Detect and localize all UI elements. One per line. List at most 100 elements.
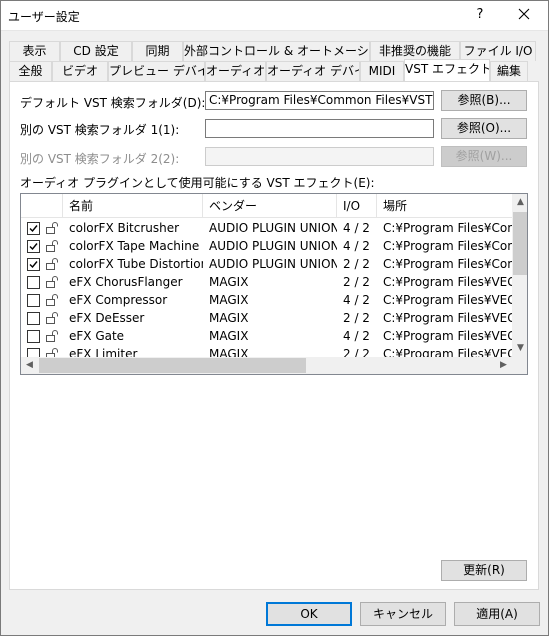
cell-location: C:¥Program Files¥VEGA [383,293,512,307]
table-row[interactable]: colorFX Tape Machine AUDIO PLUGIN UNION 4 … [21,237,512,255]
browse-o-button[interactable]: 参照(O)... [441,118,527,139]
browse-b-button[interactable]: 参照(B)... [441,90,527,111]
unlock-icon [45,329,59,343]
tab-midi[interactable]: MIDI [360,61,404,81]
table-row[interactable]: eFX ChorusFlanger MAGIX 2 / 2 C:¥Program Fi… [21,273,512,291]
tab-file-io[interactable]: ファイル I/O [460,41,536,61]
cell-vendor: MAGIX [209,329,249,343]
cell-io: 2 / 2 [343,311,370,325]
title-bar: ユーザー設定 ? [0,0,549,31]
tab-external-control[interactable]: 外部コントロール & オートメーション [183,41,370,61]
unlock-icon [45,221,59,235]
cell-vendor: MAGIX [209,293,249,307]
scroll-right-arrow-icon[interactable]: ▶ [495,357,512,374]
check-icon [29,243,38,251]
table-row[interactable]: colorFX Bitcrusher AUDIO PLUGIN UNION 4 / … [21,219,512,237]
cell-location: C:¥Program Files¥Comm [383,239,512,253]
cell-vendor: MAGIX [209,311,249,325]
vertical-scroll-thumb[interactable] [513,212,527,275]
default-folder-label: デフォルト VST 検索フォルダ(D): [20,96,206,110]
default-folder-input[interactable]: C:¥Program Files¥Common Files¥VST2¥ [205,91,434,110]
horizontal-scrollbar[interactable]: ◀ ▶ [21,357,512,374]
cell-vendor: MAGIX [209,275,249,289]
header-checkbox-col[interactable] [21,194,63,218]
vst-plugin-list[interactable]: 名前 ベンダー I/O 場所 colorFX Bitcrusher AUDIO P… [20,193,528,375]
refresh-button[interactable]: 更新(R) [441,560,527,581]
table-row[interactable]: eFX DeEsser MAGIX 2 / 2 C:¥Program Files¥VE… [21,309,512,327]
close-icon [518,8,530,20]
cell-location: C:¥Program Files¥VEGA [383,311,512,325]
alt2-folder-label: 別の VST 検索フォルダ 2(2): [20,152,180,166]
header-location[interactable]: 場所 [377,194,512,218]
header-vendor[interactable]: ベンダー [203,194,337,218]
scroll-down-arrow-icon[interactable]: ▼ [512,340,527,357]
unlock-icon [45,311,59,325]
unlock-icon [45,293,59,307]
alt1-folder-input[interactable] [205,119,434,138]
enable-checkbox[interactable] [27,330,40,343]
tab-cd-settings[interactable]: CD 設定 [60,41,132,61]
alt2-folder-input [205,147,434,166]
table-row[interactable]: colorFX Tube Distortion AUDIO PLUGIN UNIO… [21,255,512,273]
table-row[interactable]: eFX Gate MAGIX 4 / 2 C:¥Program Files¥VEGA [21,327,512,345]
list-label: オーディオ プラグインとして使用可能にする VST エフェクト(E): [20,176,375,190]
cell-io: 4 / 2 [343,239,370,253]
header-name[interactable]: 名前 [63,194,203,218]
cell-location: C:¥Program Files¥Comm [383,221,512,235]
list-header: 名前 ベンダー I/O 場所 [21,194,512,218]
tab-edit[interactable]: 編集 [490,61,528,81]
close-button[interactable] [508,4,540,26]
enable-checkbox[interactable] [27,240,40,253]
enable-checkbox[interactable] [27,258,40,271]
browse-w-button: 参照(W)... [441,146,527,167]
check-icon [29,261,38,269]
cancel-button[interactable]: キャンセル [360,602,446,626]
unlock-icon [45,275,59,289]
scroll-up-arrow-icon[interactable]: ▲ [512,194,527,211]
cell-name: eFX Gate [69,329,125,343]
cell-name: eFX DeEsser [69,311,145,325]
tab-preview-device[interactable]: プレビュー デバイス [108,61,205,81]
cell-name: colorFX Tube Distortion [69,257,203,271]
vertical-scrollbar[interactable]: ▲ ▼ [512,194,527,357]
help-button[interactable]: ? [466,4,494,26]
cell-name: eFX ChorusFlanger [69,275,183,289]
apply-button[interactable]: 適用(A) [454,602,540,626]
cell-vendor: AUDIO PLUGIN UNION [209,221,337,235]
tab-sync[interactable]: 同期 [132,41,183,61]
cell-name: eFX Compressor [69,293,168,307]
cell-io: 4 / 2 [343,221,370,235]
tab-display[interactable]: 表示 [9,41,60,61]
cell-location: C:¥Program Files¥VEGA [383,329,512,343]
unlock-icon [45,257,59,271]
ok-button[interactable]: OK [266,602,352,626]
tab-audio[interactable]: オーディオ [205,61,266,81]
tab-video[interactable]: ビデオ [52,61,108,81]
cell-location: C:¥Program Files¥Comm [383,257,512,271]
scroll-left-arrow-icon[interactable]: ◀ [21,357,38,374]
cell-io: 4 / 2 [343,329,370,343]
cell-name: colorFX Tape Machine [69,239,200,253]
enable-checkbox[interactable] [27,276,40,289]
header-io[interactable]: I/O [337,194,377,218]
cell-location: C:¥Program Files¥VEGA [383,275,512,289]
enable-checkbox[interactable] [27,294,40,307]
enable-checkbox[interactable] [27,312,40,325]
unlock-icon [45,239,59,253]
cell-vendor: AUDIO PLUGIN UNION [209,239,337,253]
window-title: ユーザー設定 [8,10,80,24]
cell-io: 4 / 2 [343,293,370,307]
scroll-corner [512,357,527,374]
cell-name: colorFX Bitcrusher [69,221,180,235]
tab-audio-device[interactable]: オーディオ デバイス [266,61,360,81]
tab-general[interactable]: 全般 [9,61,52,81]
horizontal-scroll-thumb[interactable] [39,358,306,373]
cell-io: 2 / 2 [343,275,370,289]
table-row[interactable]: eFX Compressor MAGIX 4 / 2 C:¥Program Files… [21,291,512,309]
tab-deprecated[interactable]: 非推奨の機能 [370,41,460,61]
enable-checkbox[interactable] [27,222,40,235]
cell-vendor: AUDIO PLUGIN UNION [209,257,337,271]
alt1-folder-label: 別の VST 検索フォルダ 1(1): [20,123,180,137]
tab-vst-effects[interactable]: VST エフェクト [404,59,490,81]
check-icon [29,225,38,233]
